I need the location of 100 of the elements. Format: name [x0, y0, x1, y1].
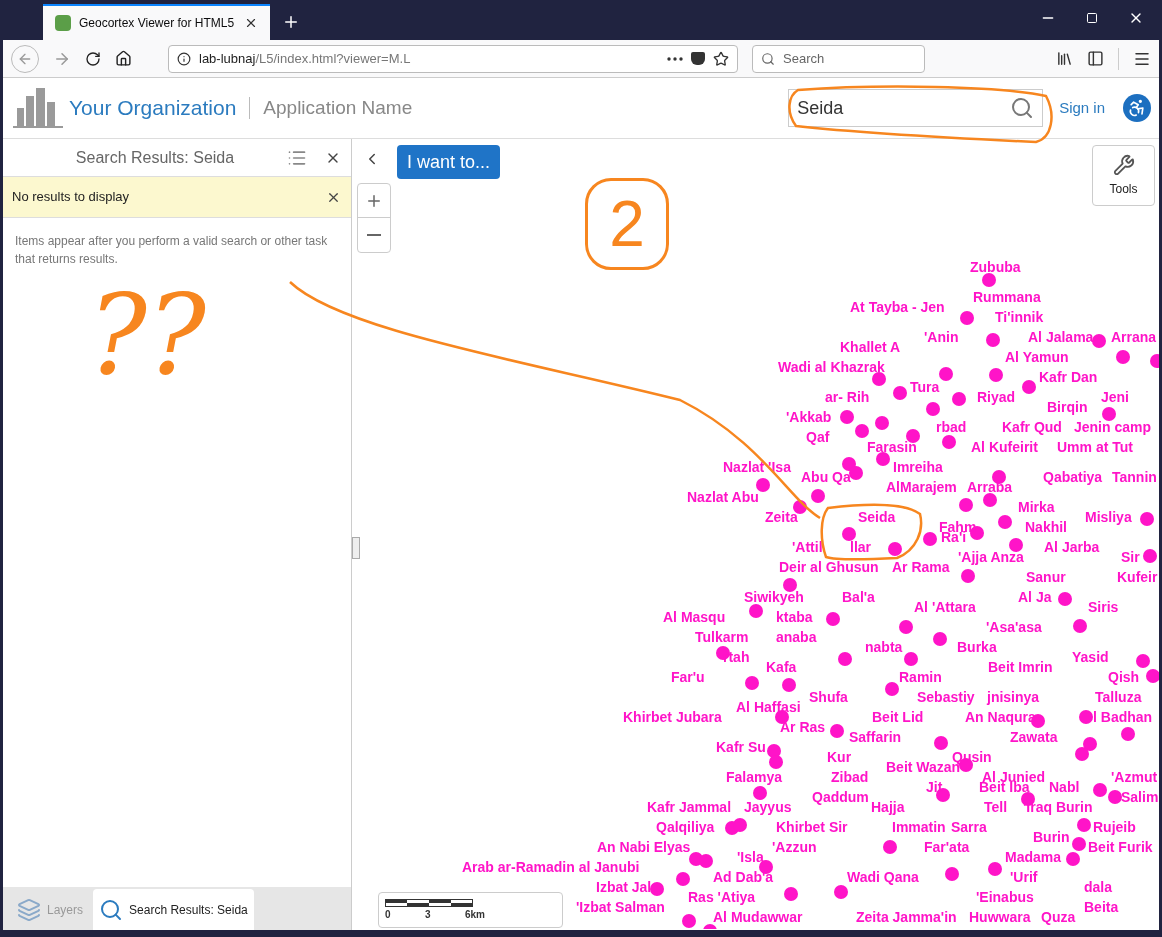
place-label: Tura [910, 379, 940, 395]
place-label: ktaba [776, 609, 813, 625]
scale-label: 0 [385, 908, 391, 922]
application-name: Application Name [263, 95, 413, 120]
browser-tab[interactable]: Geocortex Viewer for HTML5 [43, 4, 270, 40]
place-label: Ras 'Atiya [688, 889, 756, 905]
place-label: Farasin [867, 439, 917, 455]
place-label: Beita [1084, 899, 1119, 915]
place-label: Siwikyeh [744, 589, 804, 605]
place-label: Al Jalama [1028, 329, 1094, 345]
empty-message: Items appear after you perform a valid search or other task that returns results. [14, 233, 329, 268]
place-label: Jayyus [744, 799, 792, 815]
place-label: 'Izbat Salman [576, 899, 665, 915]
place-label: Al Jarba [1044, 539, 1100, 555]
place-label: 'Azmut [1111, 769, 1158, 785]
place-label: Falamya [726, 769, 783, 785]
browser-search-field[interactable]: Search [752, 44, 925, 73]
tools-button[interactable]: Tools [1092, 145, 1155, 206]
place-search-field[interactable]: Seida [788, 89, 1044, 127]
place-label: Siris [1088, 599, 1119, 615]
place-label: Al 'Attara [914, 599, 976, 615]
place-label: An Nabi Elyas [597, 839, 691, 855]
place-label: Far'ata [924, 839, 970, 855]
place-label: At Tayba - Jen [850, 299, 945, 315]
place-label: Tannin [1112, 469, 1157, 485]
place-label: Zawata [1010, 729, 1058, 745]
place-label: Beit Lid [872, 709, 924, 725]
place-label: Mirka [1018, 499, 1055, 515]
tab-title: Geocortex Viewer for HTML5 [79, 15, 236, 32]
place-label: Qalqiliya [656, 819, 715, 835]
place-label: Far'u [671, 669, 705, 685]
place-label: Beit Imrin [988, 659, 1053, 675]
place-label: Rummana [973, 289, 1041, 305]
place-label: Ar Ras [780, 719, 826, 735]
place-label: Burka [957, 639, 997, 655]
place-label: Salim [1121, 789, 1159, 805]
place-label: Al Ja [1018, 589, 1052, 605]
place-label: Umm at Tut [1057, 439, 1133, 455]
place-label: Ti'innik [995, 309, 1044, 325]
place-label: Wadi Qana [847, 869, 919, 885]
place-label: Kur [827, 749, 852, 765]
place-label: Arrana [1111, 329, 1157, 345]
url-text: lab-lubnaj/L5/index.html?viewer=M.L [199, 49, 412, 68]
place-label: Sebastiy [917, 689, 975, 705]
place-label: Seida [858, 509, 896, 525]
place-label: Beit Furik [1088, 839, 1153, 855]
place-label: Burin [1033, 829, 1070, 845]
panel-tab[interactable]: Search Results: Seida [93, 889, 254, 930]
place-label: Kufeir [1117, 569, 1158, 585]
place-label: Abu Qa [801, 469, 851, 485]
place-label: Quza [1041, 909, 1076, 925]
organization-name: Your Organization [69, 95, 237, 122]
place-label: Sir [1121, 549, 1140, 565]
place-label: nabta [865, 639, 903, 655]
place-label: Wadi al Khazrak [778, 359, 885, 375]
place-label: Sanur [1026, 569, 1066, 585]
place-label: 'Ajja Anza [958, 549, 1024, 565]
place-label: 'Attil [792, 539, 823, 555]
place-label: Bal'a [842, 589, 875, 605]
place-label: Al Mudawwar [713, 909, 803, 925]
scale-label: 3 [425, 908, 431, 922]
place-label: Ad Dab'a [713, 869, 774, 885]
place-label: Izbat Jal [596, 879, 652, 895]
place-label: Nabl [1049, 779, 1080, 795]
place-label: Saffarin [849, 729, 902, 745]
place-label: 'Akkab [786, 409, 832, 425]
place-label: Talluza [1095, 689, 1142, 705]
place-label: Shufa [809, 689, 848, 705]
sign-in-link[interactable]: Sign in [1059, 96, 1105, 120]
place-label: Rujeib [1093, 819, 1136, 835]
place-label: Qaf [806, 429, 830, 445]
place-label: Qish [1108, 669, 1140, 685]
place-label: Zeita Jamma'in [856, 909, 957, 925]
place-label: Kafa [766, 659, 797, 675]
place-label: 'Einabus [976, 889, 1034, 905]
place-label: Birqin [1047, 399, 1088, 415]
place-label: Kafr Qud [1002, 419, 1062, 435]
place-label: jnisinya [987, 689, 1040, 705]
place-label: Arraba [967, 479, 1013, 495]
place-label: Ramin [899, 669, 942, 685]
place-label: Hajja [871, 799, 905, 815]
place-label: Nazlat 'Isa [723, 459, 791, 475]
place-label: Arab ar-Ramadin al Janubi [462, 859, 640, 875]
place-label: 'Urif [1010, 869, 1038, 885]
place-label: Tulkarm [695, 629, 749, 645]
place-label: Al Kufeirit [971, 439, 1038, 455]
place-label: Zeita [765, 509, 798, 525]
place-label: 'Asa'asa [986, 619, 1042, 635]
address-bar[interactable]: lab-lubnaj/L5/index.html?viewer=M.L [168, 44, 738, 73]
place-label: Deir al Ghusun [779, 559, 879, 575]
place-label: Madama [1005, 849, 1062, 865]
place-label: Zibad [831, 769, 869, 785]
place-label: Qabatiya [1043, 469, 1103, 485]
place-label: rbad [936, 419, 967, 435]
place-label: Immatin [892, 819, 946, 835]
place-label: Sarra [951, 819, 987, 835]
i-want-to-button[interactable]: I want to... [397, 145, 501, 179]
place-label: Huwwara [969, 909, 1031, 925]
place-label: Yasid [1072, 649, 1109, 665]
place-label: Riyad [977, 389, 1016, 405]
